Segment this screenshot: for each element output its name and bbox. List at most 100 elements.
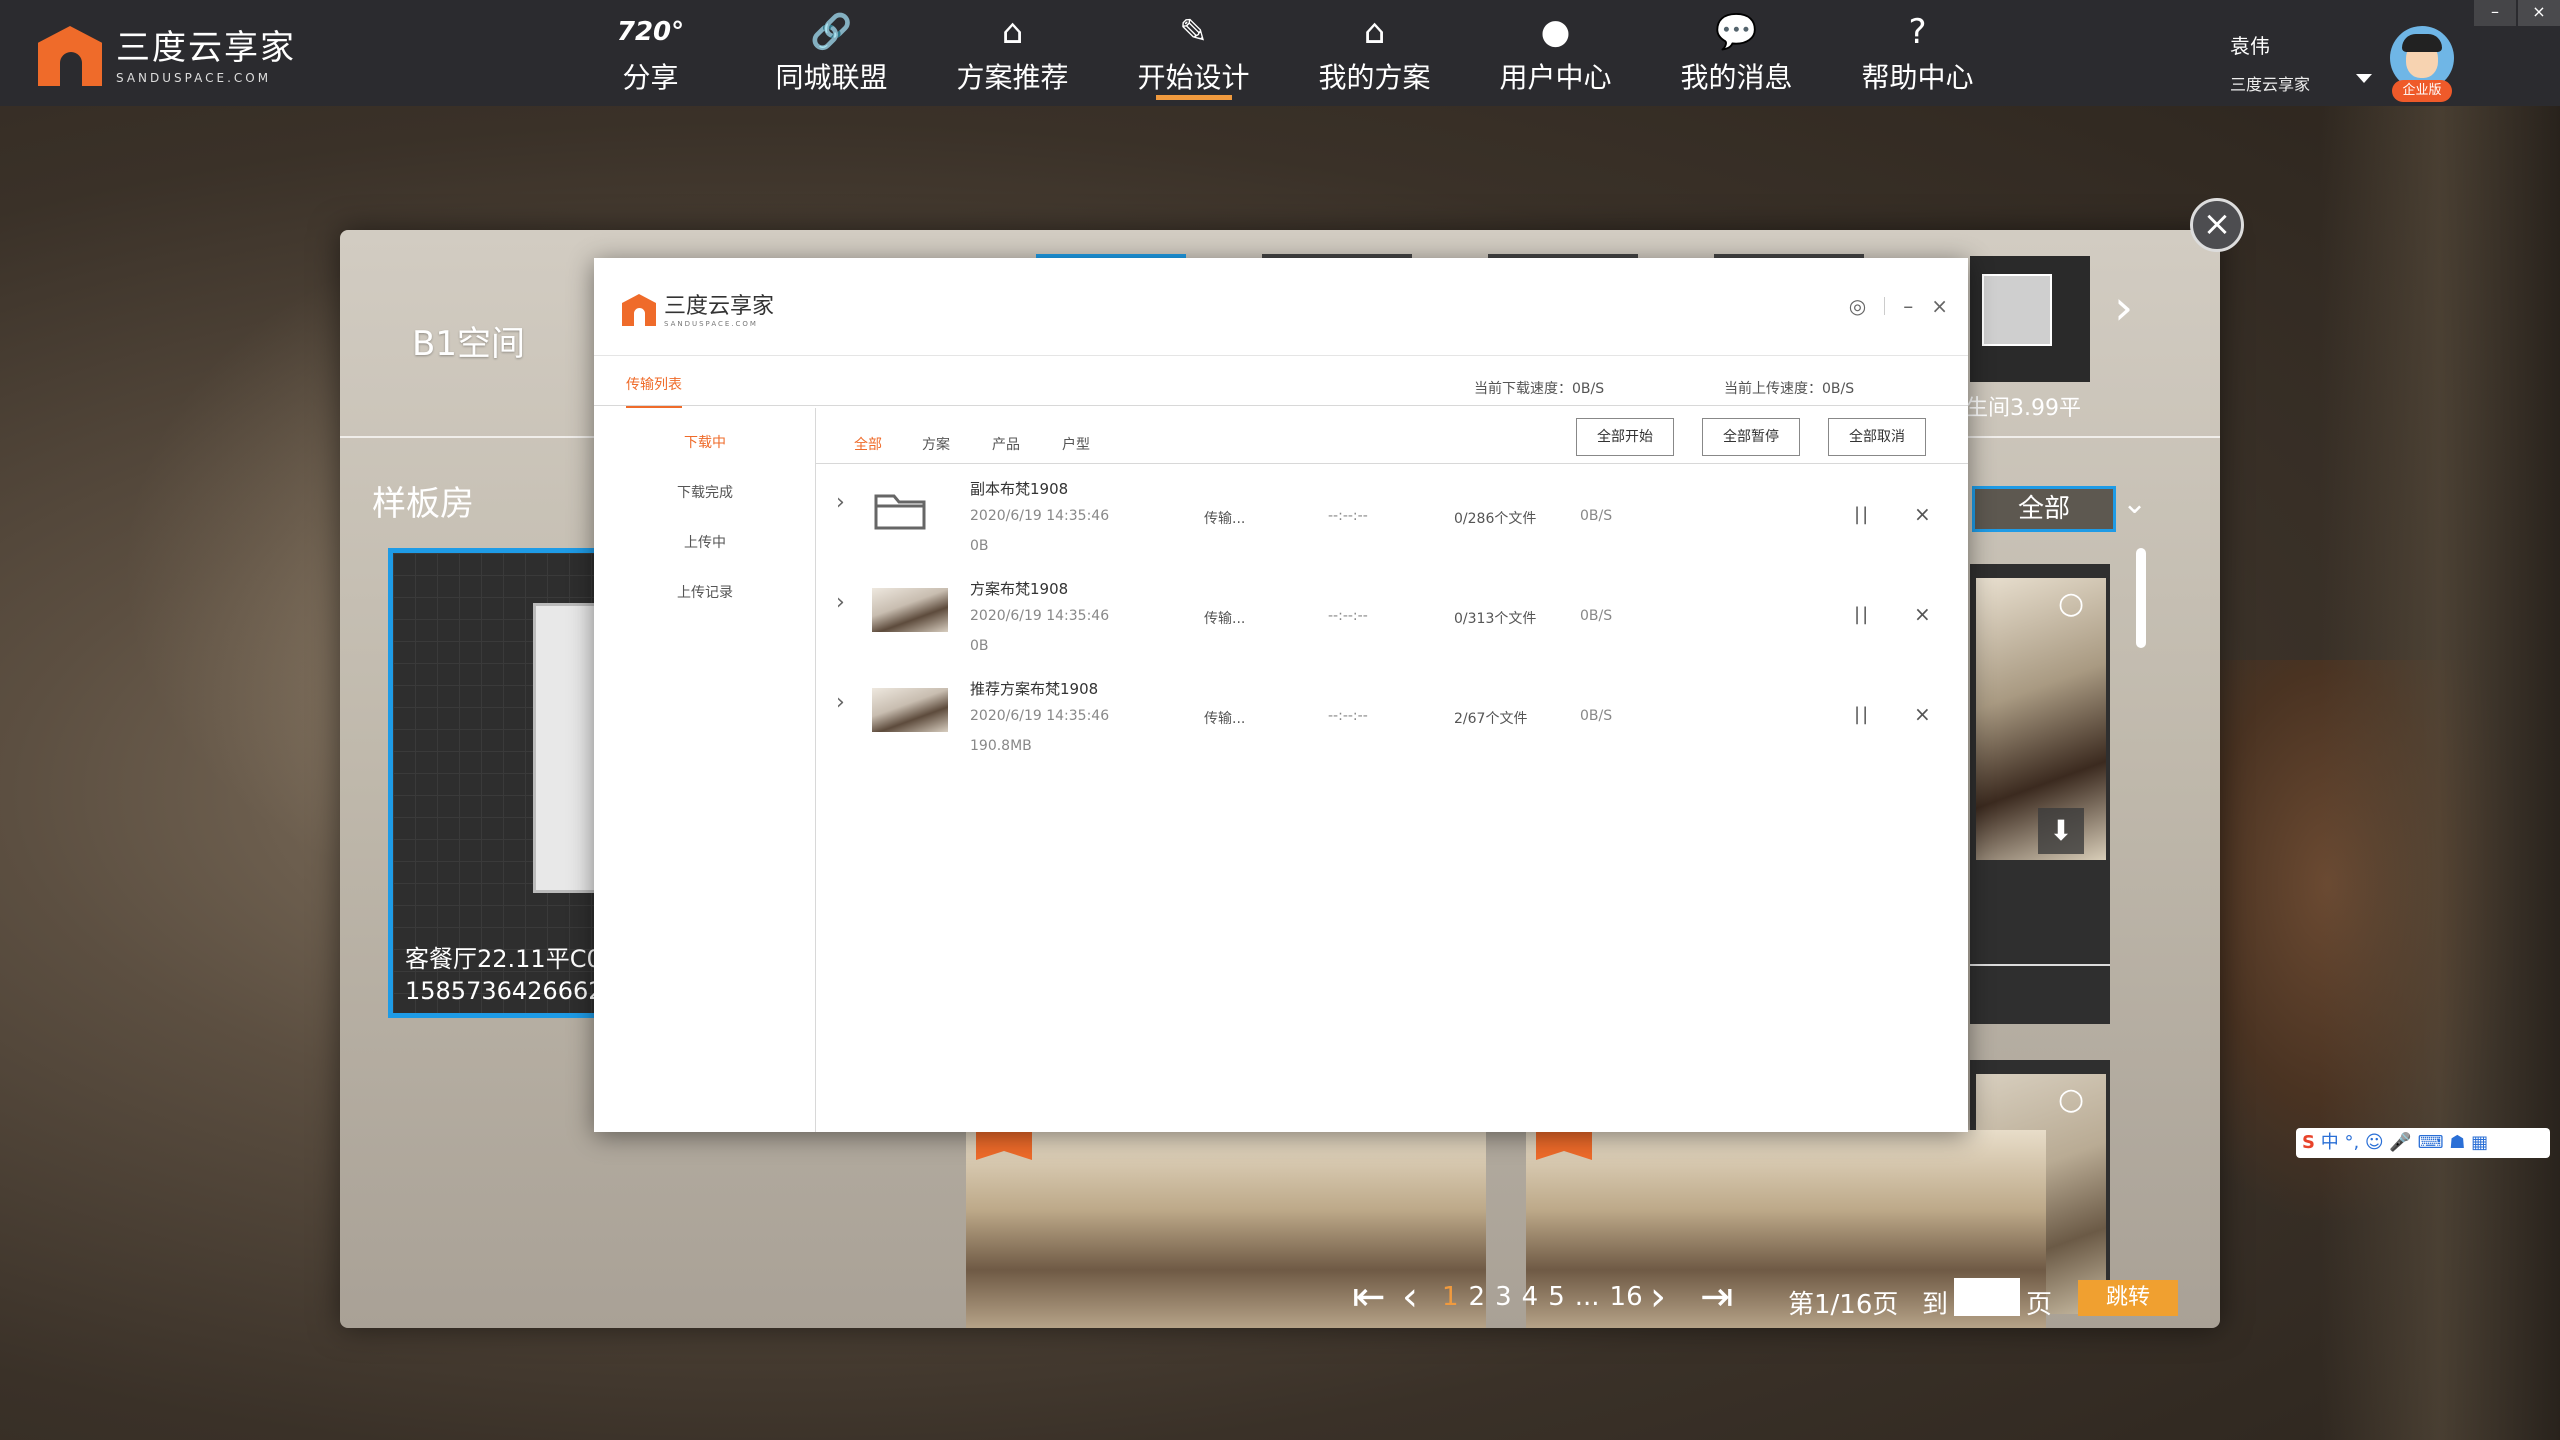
emoji-icon[interactable]: ☺ (2365, 1132, 2384, 1153)
page-unit-label: 页 (2026, 1290, 2053, 1320)
item-eta: --:--:-- (1328, 608, 1368, 624)
skin-icon[interactable]: ☗ (2449, 1132, 2465, 1153)
page-number[interactable]: 4 (1522, 1282, 1539, 1312)
dialog-logo-subtitle: SANDUSPACE.COM (664, 320, 758, 328)
nav-city-alliance[interactable]: 🔗 同城联盟 (741, 0, 922, 106)
pause-icon[interactable]: || (1854, 704, 1870, 725)
microphone-icon[interactable]: 🎤 (2389, 1132, 2411, 1153)
transfer-row[interactable]: › 副本布梵1908 2020/6/19 14:35:46 0B 传输... -… (816, 466, 1968, 566)
nav-share[interactable]: 720° 分享 (560, 0, 741, 106)
main-nav: 720° 分享 🔗 同城联盟 ⌂ 方案推荐 ✎ 开始设计 ⌂ 我的方案 ● 用户… (560, 0, 2008, 106)
item-size: 190.8MB (970, 738, 1032, 754)
user-icon: ● (1540, 12, 1571, 52)
punctuation-icon[interactable]: °, (2344, 1132, 2359, 1153)
background-curtain (2320, 100, 2560, 1440)
item-status: 传输... (1204, 511, 1246, 527)
double-chevron-down-icon[interactable]: ⌄ (2122, 486, 2147, 521)
card-caption-line: 1585736426662_ (405, 977, 616, 1005)
top-bar: 三度云享家 SANDUSPACE.COM 720° 分享 🔗 同城联盟 ⌂ 方案… (0, 0, 2560, 106)
pause-all-button[interactable]: 全部暂停 (1702, 418, 1800, 456)
nav-help[interactable]: ? 帮助中心 (1827, 0, 2008, 106)
pause-icon[interactable]: || (1854, 604, 1870, 625)
start-all-button[interactable]: 全部开始 (1576, 418, 1674, 456)
keyboard-icon[interactable]: ⌨ (2418, 1132, 2444, 1153)
item-time: 2020/6/19 14:35:46 (970, 708, 1110, 724)
close-icon[interactable]: × (1914, 702, 1931, 726)
search-icon[interactable]: ○ (2058, 586, 2084, 621)
sidebar-item-downloading[interactable]: 下载中 (594, 432, 816, 452)
ime-mode-label[interactable]: 中 (2321, 1132, 2339, 1153)
minimize-icon[interactable]: – (1903, 294, 1913, 318)
goto-page-input[interactable] (1954, 1278, 2020, 1316)
chevron-right-icon[interactable]: › (2114, 280, 2133, 336)
nav-messages[interactable]: 💬 我的消息 (1646, 0, 1827, 106)
chevron-left-icon[interactable]: ‹ (1402, 1274, 1418, 1320)
first-page-icon[interactable]: ⇤ (1352, 1274, 1386, 1320)
cancel-all-button[interactable]: 全部取消 (1828, 418, 1926, 456)
app-logo[interactable]: 三度云享家 SANDUSPACE.COM (38, 18, 296, 86)
page-number[interactable]: 5 (1548, 1282, 1565, 1312)
download-icon[interactable]: ⬇ (2038, 808, 2084, 854)
chevron-right-icon[interactable]: › (836, 690, 845, 715)
floor-plan-thumb[interactable] (1970, 256, 2090, 382)
close-icon[interactable]: × (1914, 602, 1931, 626)
item-files: 0/286个文件 (1454, 511, 1537, 527)
item-status: 传输... (1204, 611, 1246, 627)
enterprise-badge: 企业版 (2392, 80, 2452, 102)
pagination: ⇤ ‹ 1 2 3 4 5 ... 16 › ⇥ 第1/16页 到 页 跳转 (340, 1274, 2220, 1324)
upload-speed: 当前上传速度：0B/S (1724, 381, 1855, 397)
close-icon[interactable]: × (1914, 502, 1931, 526)
card-caption: 客餐厅22.11平C0 1585736426662_ (405, 943, 616, 1007)
sogou-logo-icon: S (2302, 1132, 2315, 1153)
close-icon[interactable]: × (1931, 294, 1948, 318)
logo-house-icon (38, 18, 102, 86)
sidebar-item-upload-history[interactable]: 上传记录 (594, 582, 816, 602)
item-files: 0/313个文件 (1454, 611, 1537, 627)
minimize-button[interactable]: – (2474, 0, 2516, 26)
ime-toolbar[interactable]: S 中 °, ☺ 🎤 ⌨ ☗ ▦ (2296, 1128, 2550, 1158)
dialog-filter-bar: 全部 方案 产品 户型 全部开始 全部暂停 全部取消 (816, 408, 1968, 464)
user-menu-caret-icon[interactable] (2356, 74, 2372, 83)
item-time: 2020/6/19 14:35:46 (970, 608, 1110, 624)
tab-transfer-list[interactable]: 传输列表 (626, 374, 682, 408)
nav-start-design[interactable]: ✎ 开始设计 (1103, 0, 1284, 106)
search-icon[interactable]: ○ (2058, 1082, 2084, 1117)
chevron-right-icon[interactable]: › (836, 490, 845, 515)
nav-my-plans[interactable]: ⌂ 我的方案 (1284, 0, 1465, 106)
space-title: B1空间 (412, 324, 525, 364)
item-eta: --:--:-- (1328, 508, 1368, 524)
item-status: 传输... (1204, 711, 1246, 727)
transfer-row[interactable]: › 方案布梵1908 2020/6/19 14:35:46 0B 传输... -… (816, 566, 1968, 666)
chat-bubble-icon: 💬 (1715, 12, 1758, 52)
tools-icon[interactable]: ▦ (2471, 1132, 2488, 1153)
filter-tab-plan[interactable]: 方案 (922, 434, 950, 454)
sidebar-item-uploading[interactable]: 上传中 (594, 532, 816, 552)
window-controls: – × (2472, 0, 2560, 26)
user-info[interactable]: 袁伟 三度云享家 (2230, 30, 2310, 95)
close-button[interactable]: × (2518, 0, 2560, 26)
settings-icon[interactable]: ◎ (1849, 294, 1866, 318)
pause-icon[interactable]: || (1854, 504, 1870, 525)
chevron-right-icon[interactable]: › (1650, 1274, 1666, 1320)
page-number[interactable]: 3 (1495, 1282, 1512, 1312)
page-number[interactable]: 16 (1610, 1282, 1643, 1312)
scrollbar[interactable] (2136, 548, 2146, 648)
nav-user-center[interactable]: ● 用户中心 (1465, 0, 1646, 106)
item-eta: --:--:-- (1328, 708, 1368, 724)
transfer-row[interactable]: › 推荐方案布梵1908 2020/6/19 14:35:46 190.8MB … (816, 666, 1968, 766)
page-info: 第1/16页 (1788, 1290, 1899, 1320)
filter-select[interactable]: 全部 (1972, 486, 2116, 532)
last-page-icon[interactable]: ⇥ (1700, 1274, 1734, 1320)
panel-close-button[interactable]: × (2190, 198, 2244, 252)
jump-button[interactable]: 跳转 (2078, 1280, 2178, 1316)
room-card[interactable]: ○ ⬇ (1970, 564, 2110, 1024)
filter-tab-product[interactable]: 产品 (992, 434, 1020, 454)
sidebar-item-downloaded[interactable]: 下载完成 (594, 482, 816, 502)
chevron-right-icon[interactable]: › (836, 590, 845, 615)
page-number[interactable]: 1 (1442, 1282, 1459, 1312)
filter-tab-layout[interactable]: 户型 (1062, 434, 1090, 454)
nav-recommend[interactable]: ⌂ 方案推荐 (922, 0, 1103, 106)
page-number[interactable]: 2 (1469, 1282, 1486, 1312)
link-icon: 🔗 (810, 12, 853, 52)
filter-tab-all[interactable]: 全部 (854, 434, 882, 454)
